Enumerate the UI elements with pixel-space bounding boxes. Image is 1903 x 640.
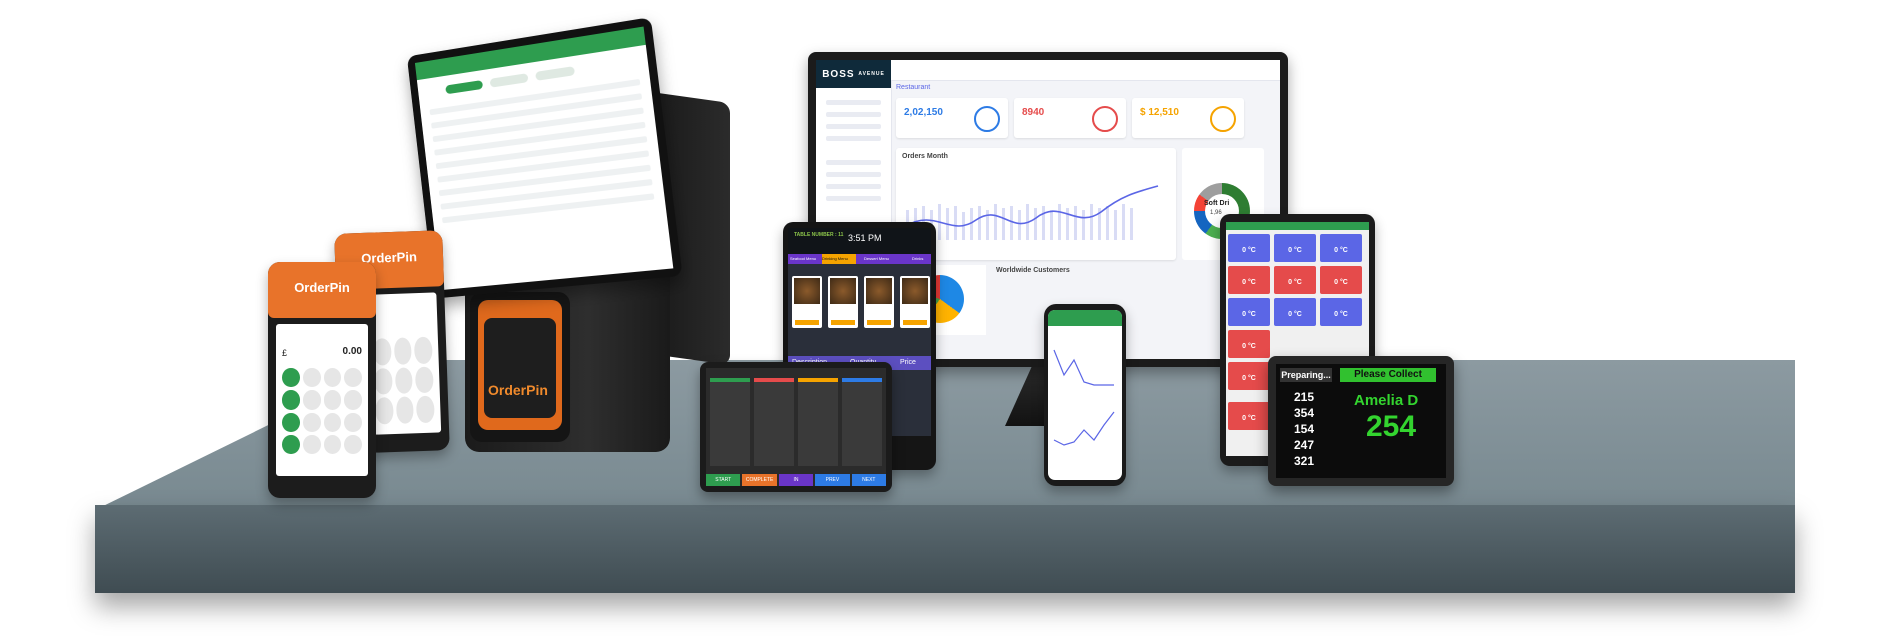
menu-tab[interactable]: Drinking Menu: [822, 254, 856, 264]
temp-sensor[interactable]: 0 °C: [1274, 298, 1316, 326]
table-front: [95, 505, 1795, 593]
temp-sensor[interactable]: 0 °C: [1228, 234, 1270, 262]
stat-value: 2,02,150: [904, 107, 943, 118]
temp-sensor[interactable]: 0 °C: [1228, 362, 1270, 390]
pos-tab[interactable]: [535, 66, 576, 81]
food-card[interactable]: [900, 276, 930, 328]
sidebar-item[interactable]: [826, 124, 881, 129]
kitchen-order[interactable]: [754, 378, 794, 466]
kitchen-display: START COMPLETE IN PROGRESS PREV NEXT: [700, 362, 892, 492]
sidebar-item[interactable]: [826, 136, 881, 141]
kitchen-order[interactable]: [710, 378, 750, 466]
dashboard-topbar: [891, 60, 1280, 81]
preparing-order: 215: [1294, 390, 1315, 404]
sidebar-item[interactable]: [826, 184, 881, 189]
temp-sensor[interactable]: 0 °C: [1228, 298, 1270, 326]
kitchen-screen: START COMPLETE IN PROGRESS PREV NEXT: [706, 368, 886, 486]
pos-tab[interactable]: [445, 80, 484, 95]
pos-tablet: [406, 17, 683, 299]
sidebar-item[interactable]: [826, 112, 881, 117]
handheld-keypad[interactable]: [282, 368, 362, 454]
preparing-order: 354: [1294, 406, 1315, 420]
phone-screen: [1048, 310, 1122, 480]
orders-line-chart: [905, 185, 1159, 240]
food-card[interactable]: [828, 276, 858, 328]
temp-sensor[interactable]: 0 °C: [1228, 330, 1270, 358]
donut-value: 1,96: [1210, 210, 1222, 216]
stat-card-revenue: $ 12,510: [1132, 98, 1244, 138]
menu-tab[interactable]: Drinks: [912, 256, 923, 261]
orderpin-logo: OrderPin: [488, 382, 548, 398]
preparing-header: Preparing...: [1280, 368, 1332, 382]
temp-sensor[interactable]: 0 °C: [1228, 266, 1270, 294]
nav-title: Restaurant: [896, 84, 931, 91]
donut-label: Soft Dri: [1204, 200, 1230, 207]
in-progress-button[interactable]: IN PROGRESS: [778, 474, 814, 486]
phone-line-charts: [1053, 349, 1115, 446]
pos-row[interactable]: [441, 193, 655, 224]
kitchen-actions: START COMPLETE IN PROGRESS PREV NEXT: [706, 474, 886, 486]
collect-order-number: 254: [1366, 410, 1417, 443]
currency-symbol: £: [282, 348, 288, 358]
complete-button[interactable]: COMPLETE: [742, 474, 777, 486]
preparing-order: 154: [1294, 422, 1315, 436]
stat-value: $ 12,510: [1140, 107, 1179, 118]
sidebar-item[interactable]: [826, 100, 881, 105]
sidebar-item[interactable]: [826, 196, 881, 201]
prev-button[interactable]: PREV: [815, 474, 850, 486]
kitchen-order[interactable]: [842, 378, 882, 466]
handheld-terminal-front: OrderPin £ 0.00: [268, 262, 376, 498]
order-time: 3:51 PM: [848, 233, 882, 243]
menu-tabs: Seafood Menu Drinking Menu Dessert Menu …: [788, 254, 931, 264]
amount-display: 0.00: [342, 346, 362, 357]
pos-printer-face: [484, 318, 556, 418]
stat-icon: [974, 106, 1000, 132]
temp-sensor[interactable]: 0 °C: [1274, 266, 1316, 294]
menu-tab[interactable]: Seafood Menu: [790, 256, 816, 261]
food-card[interactable]: [864, 276, 894, 328]
preparing-order: 247: [1294, 438, 1315, 452]
temp-sensor[interactable]: 0 °C: [1228, 402, 1270, 430]
preparing-order: 321: [1294, 454, 1315, 468]
product-scene: BOSS AVENUE Restaurant 2,02,150 8940 $ 1…: [0, 0, 1903, 640]
temp-sensor[interactable]: 0 °C: [1320, 298, 1362, 326]
temp-sensor[interactable]: 0 °C: [1274, 234, 1316, 262]
collect-customer-name: Amelia D: [1354, 392, 1419, 409]
handheld-screen: £ 0.00: [276, 324, 368, 476]
next-button[interactable]: NEXT: [851, 474, 886, 486]
boss-logo: BOSS AVENUE: [816, 60, 891, 88]
sidebar-item[interactable]: [826, 160, 881, 165]
pos-screen: [414, 26, 674, 291]
ordering-header: TABLE NUMBER : 11 3:51 PM: [788, 228, 931, 254]
collection-screen: Preparing... Please Collect 215 354 154 …: [1276, 364, 1446, 478]
orders-chart-card: Orders Month: [896, 148, 1176, 260]
start-button[interactable]: START: [706, 474, 741, 486]
handheld-logo: OrderPin: [294, 280, 350, 295]
temp-sensor[interactable]: 0 °C: [1320, 266, 1362, 294]
order-collection-display: Preparing... Please Collect 215 354 154 …: [1268, 356, 1454, 486]
collect-header: Please Collect: [1340, 368, 1436, 382]
food-card[interactable]: [792, 276, 822, 328]
col-price: Price: [900, 359, 916, 366]
stat-card-orders: 2,02,150: [896, 98, 1008, 138]
pos-header: [414, 26, 646, 81]
stat-icon: [1092, 106, 1118, 132]
stat-icon: [1210, 106, 1236, 132]
stat-value: 8940: [1022, 107, 1045, 118]
kitchen-order[interactable]: [798, 378, 838, 466]
section-title: Worldwide Customers: [996, 267, 1070, 274]
reports-phone: [1044, 304, 1126, 486]
temp-sensor[interactable]: 0 °C: [1320, 234, 1362, 262]
stat-card-new: 8940: [1014, 98, 1126, 138]
temperature-header: [1226, 222, 1369, 230]
table-number: TABLE NUMBER : 11: [794, 232, 844, 238]
menu-tab[interactable]: Dessert Menu: [864, 256, 889, 261]
sidebar-item[interactable]: [826, 172, 881, 177]
phone-header: [1048, 310, 1122, 326]
pos-tab[interactable]: [489, 73, 529, 88]
